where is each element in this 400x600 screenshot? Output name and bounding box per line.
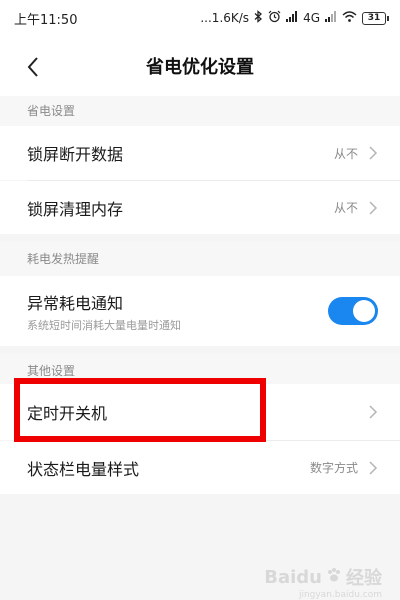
item-scheduled-power-on-off[interactable]: 定时开关机 — [0, 384, 400, 440]
wifi-icon — [342, 11, 357, 25]
status-icons: ...1.6K/s 4G 31 — [200, 10, 389, 26]
status-time: 上午11:50 — [14, 12, 78, 28]
paw-icon — [326, 567, 342, 588]
signal-icon-2 — [325, 11, 337, 25]
item-value: 从不 — [333, 201, 358, 215]
watermark-sub: jingyan.baidu.com — [298, 590, 382, 600]
watermark-text: 经验 — [346, 568, 382, 589]
item-label: 状态栏电量样式 — [27, 459, 140, 479]
item-lock-screen-disconnect-data[interactable]: 锁屏断开数据 从不 — [0, 126, 400, 180]
item-lock-screen-clear-memory[interactable]: 锁屏清理内存 从不 — [0, 181, 400, 234]
watermark: Baidu 经验 — [264, 564, 382, 590]
toggle-switch[interactable] — [328, 297, 378, 325]
toggle-knob — [353, 300, 375, 322]
item-label: 锁屏清理内存 — [27, 199, 124, 219]
item-label: 定时开关机 — [27, 404, 108, 423]
signal-icon — [286, 11, 298, 25]
item-status-bar-battery-style[interactable]: 状态栏电量样式 数字方式 — [0, 441, 400, 494]
back-button[interactable] — [18, 52, 48, 82]
status-bar: 上午11:50 ...1.6K/s 4G 31 — [0, 0, 400, 36]
chevron-right-icon — [368, 200, 378, 215]
chevron-right-icon — [368, 460, 378, 475]
section-header-other-settings: 其他设置 — [0, 354, 400, 384]
watermark-brand: Baidu — [264, 566, 322, 588]
item-abnormal-power-notification: 异常耗电通知 系统短时间消耗大量电量时通知 — [0, 276, 400, 346]
battery-level: 31 — [367, 13, 381, 23]
net-speed: ...1.6K/s — [200, 11, 250, 25]
page-title: 省电优化设置 — [146, 57, 254, 78]
chevron-left-icon — [27, 57, 38, 77]
item-value: 数字方式 — [309, 461, 358, 475]
item-label: 锁屏断开数据 — [27, 145, 124, 164]
item-value: 从不 — [333, 146, 358, 161]
section-header-power-heat-alerts: 耗电发热提醒 — [0, 242, 400, 276]
section-header-power-saving: 省电设置 — [0, 96, 400, 126]
network-type: 4G — [303, 11, 320, 25]
battery-icon: 31 — [362, 11, 389, 25]
item-sublabel: 系统短时间消耗大量电量时通知 — [27, 318, 181, 332]
chevron-right-icon — [368, 405, 378, 419]
item-label: 异常耗电通知 — [27, 293, 124, 313]
header: 省电优化设置 — [0, 36, 400, 96]
chevron-right-icon — [368, 146, 378, 160]
alarm-icon — [268, 10, 281, 26]
bluetooth-icon — [254, 10, 263, 26]
